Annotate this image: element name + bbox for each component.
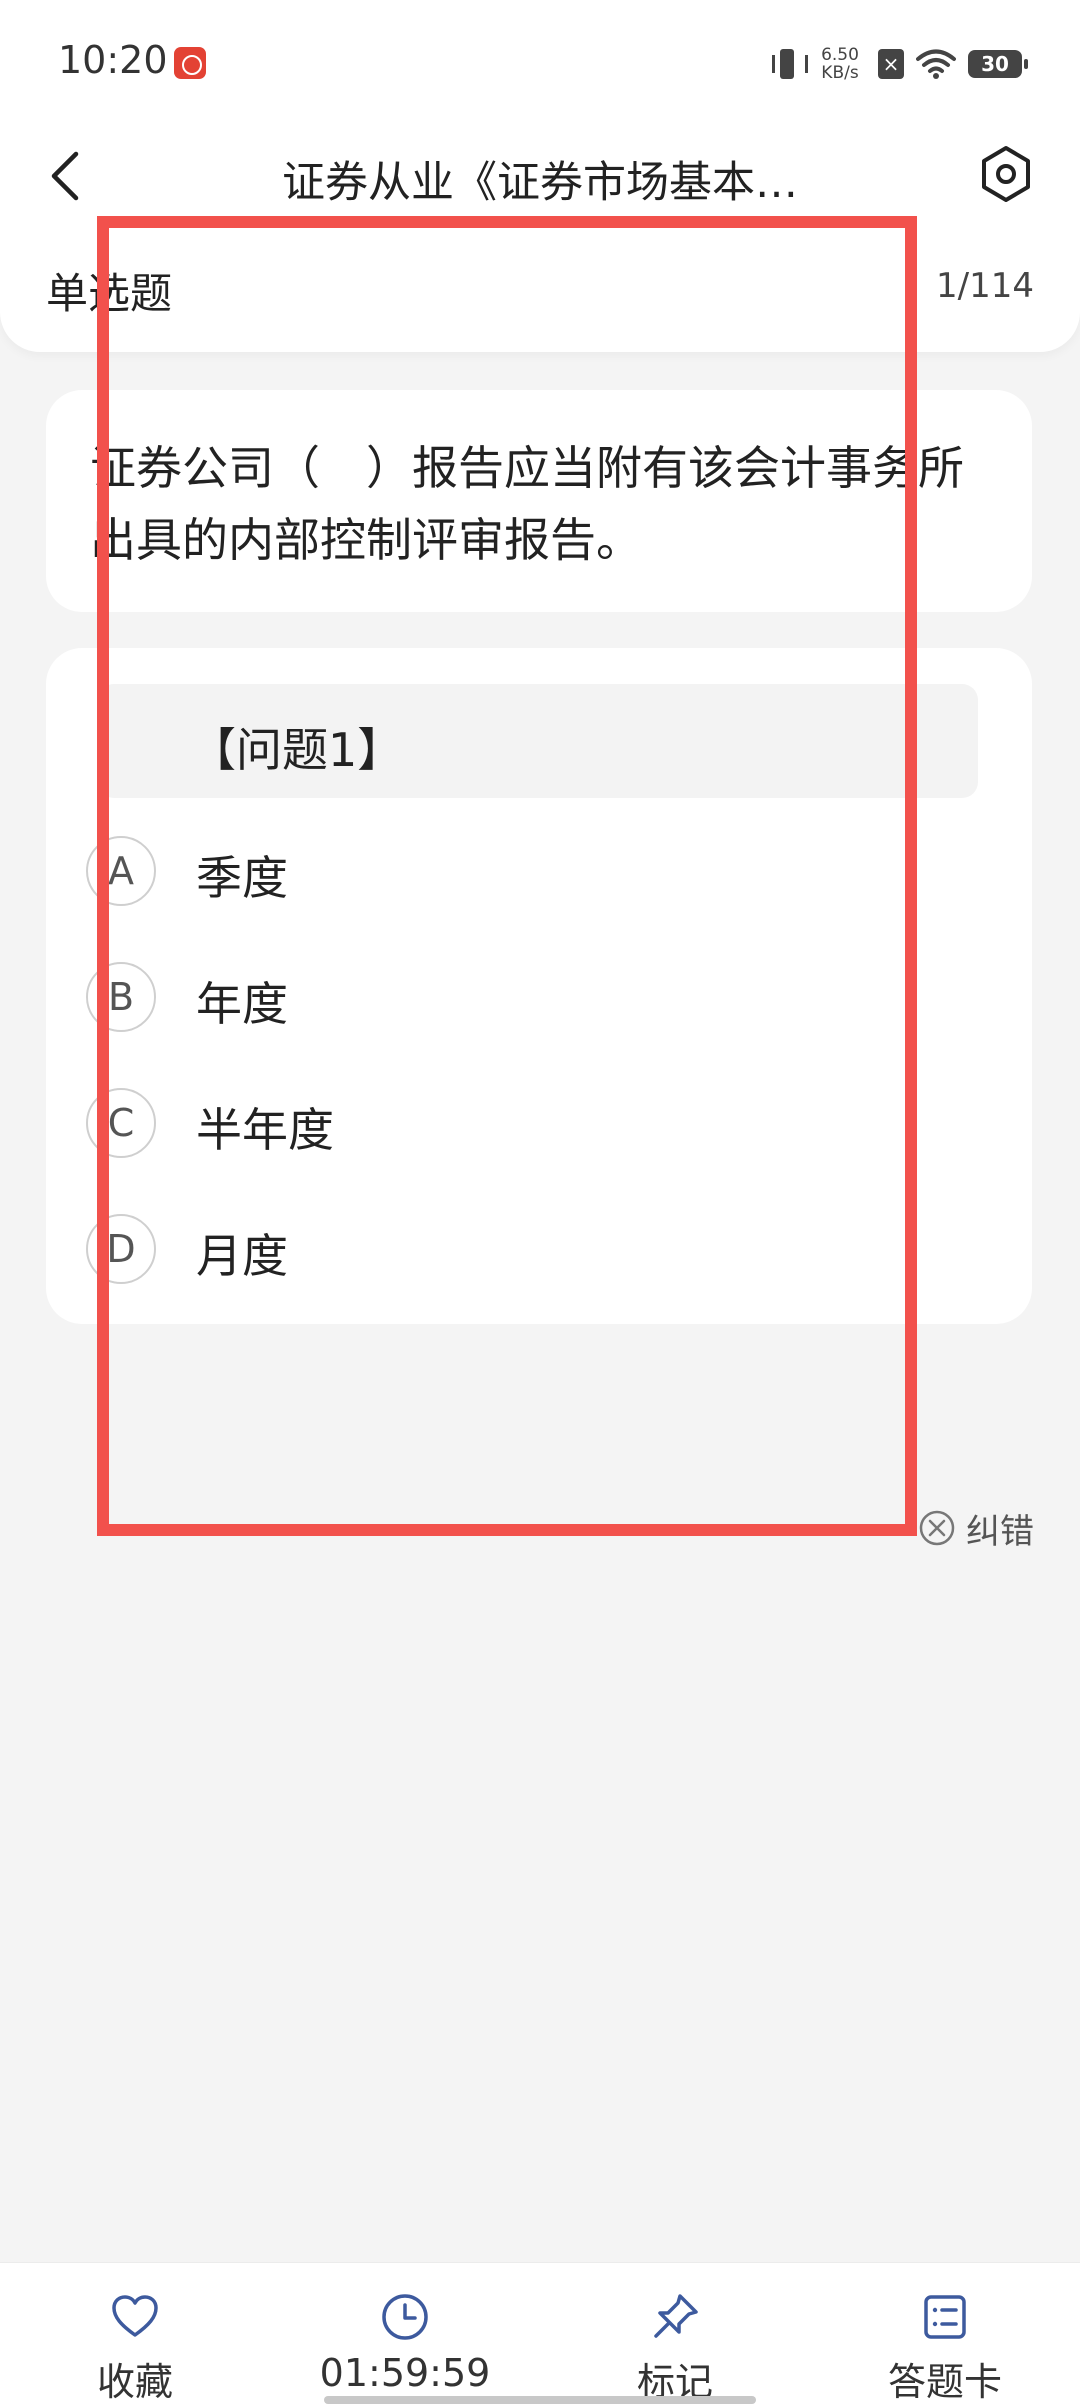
report-error-button[interactable]: 纠错: [918, 1506, 1034, 1552]
no-sim-icon: ×: [878, 49, 904, 79]
question-label-box: 【问题1】: [98, 684, 978, 798]
question-label: 【问题1】: [190, 723, 404, 777]
favorite-button[interactable]: 收藏: [0, 2263, 270, 2408]
report-error-label: 纠错: [966, 1511, 1034, 1552]
option-text: 月度: [196, 1229, 288, 1283]
question-type: 单选题: [46, 269, 173, 318]
home-indicator[interactable]: [324, 2396, 756, 2404]
option-c[interactable]: C 半年度: [86, 1072, 966, 1172]
page-title: 证券从业《证券市场基本…: [282, 158, 798, 208]
header-panel: 10:20 6.50 KB/s × 30 证券从业《证券市场基本… 单选题 1/…: [0, 0, 1080, 352]
timer-button[interactable]: 01:59:59: [270, 2263, 540, 2408]
option-a[interactable]: A 季度: [86, 820, 966, 920]
options-card: 【问题1】 A 季度 B 年度 C 半年度 D 月度: [46, 648, 1032, 1324]
option-text: 年度: [196, 977, 288, 1031]
favorite-label: 收藏: [96, 2360, 173, 2404]
question-progress: 1/114: [936, 266, 1034, 306]
clock-icon: [382, 2294, 428, 2340]
list-icon: [924, 2295, 966, 2339]
option-b[interactable]: B 年度: [86, 946, 966, 1046]
option-letter: A: [86, 836, 156, 906]
wifi-icon: [916, 49, 956, 79]
back-icon[interactable]: [40, 148, 96, 204]
answer-card-button[interactable]: 答题卡: [810, 2263, 1080, 2408]
network-speed: 6.50 KB/s: [814, 46, 866, 82]
network-speed-unit: KB/s: [821, 63, 859, 83]
battery-icon: 30: [968, 50, 1028, 78]
vibrate-icon: [772, 47, 808, 81]
question-stem-card: 证券公司（ ）报告应当附有该会计事务所出具的内部控制评审报告。: [46, 390, 1032, 612]
question-stem: 证券公司（ ）报告应当附有该会计事务所出具的内部控制评审报告。: [90, 441, 964, 567]
option-text: 季度: [196, 851, 288, 905]
question-info-row: 单选题 1/114: [0, 250, 1080, 330]
close-circle-icon: [919, 1510, 955, 1546]
heart-icon: [112, 2295, 158, 2337]
network-speed-value: 6.50: [821, 45, 859, 65]
pin-icon: [654, 2294, 698, 2338]
option-letter: C: [86, 1088, 156, 1158]
status-bar: 10:20 6.50 KB/s × 30: [0, 0, 1080, 120]
status-icons: 6.50 KB/s × 30: [772, 40, 1028, 88]
option-d[interactable]: D 月度: [86, 1198, 966, 1298]
option-letter: B: [86, 962, 156, 1032]
nav-bar: 证券从业《证券市场基本…: [0, 130, 1080, 220]
mark-button[interactable]: 标记: [540, 2263, 810, 2408]
status-time: 10:20: [58, 38, 168, 82]
answer-card-label: 答题卡: [887, 2360, 1002, 2404]
timer-label: 01:59:59: [319, 2351, 491, 2395]
option-letter: D: [86, 1214, 156, 1284]
app-notification-icon: [174, 47, 206, 79]
bottom-toolbar: 收藏 01:59:59 标记 答题卡: [0, 2262, 1080, 2408]
settings-icon[interactable]: [976, 144, 1036, 204]
option-text: 半年度: [196, 1103, 334, 1157]
